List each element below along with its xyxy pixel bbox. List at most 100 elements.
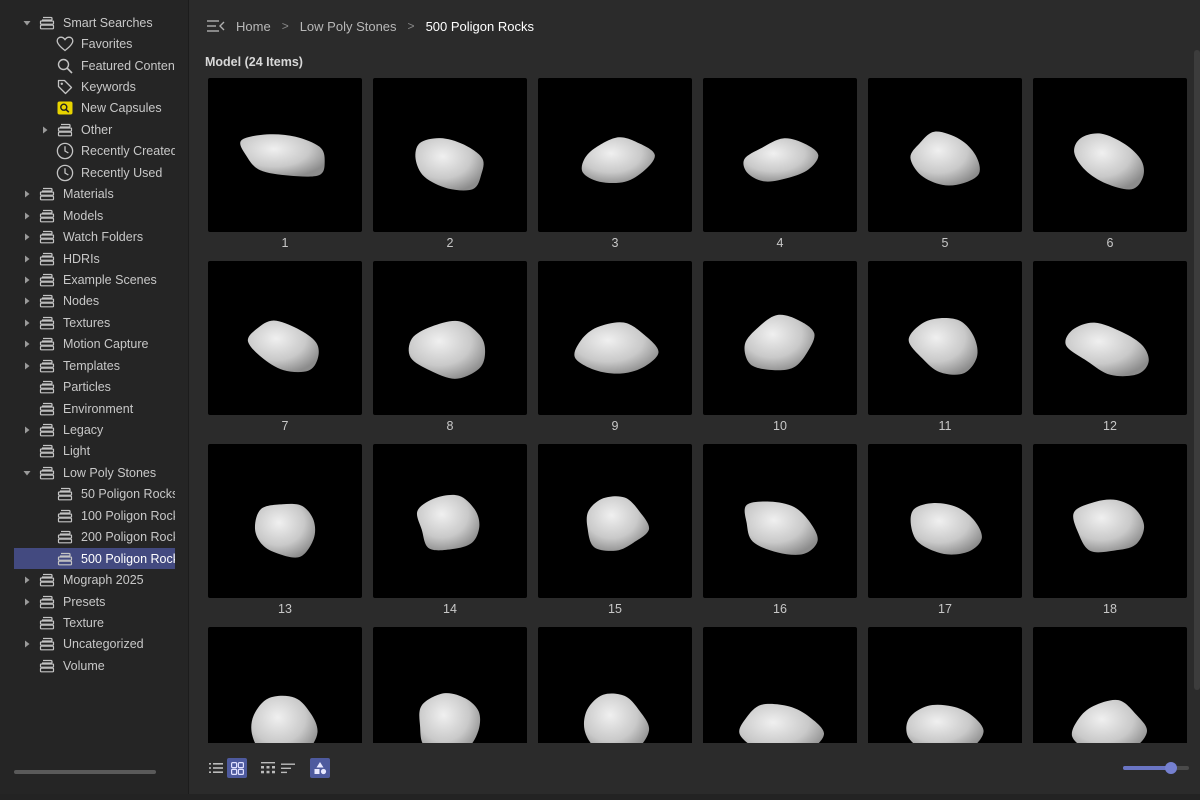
sidebar-item-motion-capture[interactable]: Motion Capture	[14, 334, 175, 355]
asset-thumbnail[interactable]	[868, 78, 1022, 232]
chevron-down-icon[interactable]	[22, 18, 32, 28]
sidebar-item-low-poly-stones[interactable]: Low Poly Stones	[14, 462, 175, 483]
asset-thumbnail[interactable]	[868, 627, 1022, 743]
asset-thumbnail[interactable]	[538, 261, 692, 415]
filter-grid-button[interactable]	[258, 758, 278, 778]
sidebar-item-keywords[interactable]: Keywords	[14, 76, 175, 97]
grid-view-button[interactable]	[227, 758, 247, 778]
asset-tile[interactable]: 19	[208, 627, 362, 743]
shapes-filter-button[interactable]	[310, 758, 330, 778]
asset-tile[interactable]: 21	[538, 627, 692, 743]
asset-thumbnail[interactable]	[703, 627, 857, 743]
asset-tile[interactable]: 23	[868, 627, 1022, 743]
asset-thumbnail[interactable]	[868, 444, 1022, 598]
asset-tile[interactable]: 20	[373, 627, 527, 743]
chevron-right-icon[interactable]	[22, 275, 32, 285]
chevron-right-icon[interactable]	[22, 575, 32, 585]
asset-tile[interactable]: 13	[208, 444, 362, 618]
thumbnail-zoom-slider[interactable]	[1123, 762, 1189, 774]
sidebar-item-light[interactable]: Light	[14, 441, 175, 462]
asset-tile[interactable]: 22	[703, 627, 857, 743]
sidebar-toggle-icon[interactable]	[206, 18, 226, 34]
asset-thumbnail[interactable]	[208, 444, 362, 598]
chevron-right-icon[interactable]	[22, 597, 32, 607]
chevron-down-icon[interactable]	[22, 468, 32, 478]
sidebar-item-particles[interactable]: Particles	[14, 376, 175, 397]
chevron-right-icon[interactable]	[40, 125, 50, 135]
asset-tile[interactable]: 14	[373, 444, 527, 618]
asset-thumbnail[interactable]	[703, 78, 857, 232]
asset-thumbnail[interactable]	[208, 78, 362, 232]
sidebar-item-500-poligon-rocks[interactable]: 500 Poligon Rocks	[14, 547, 175, 570]
list-view-button[interactable]	[206, 758, 226, 778]
asset-thumbnail[interactable]	[373, 78, 527, 232]
chevron-right-icon[interactable]	[22, 296, 32, 306]
asset-tile[interactable]: 4	[703, 78, 857, 252]
sidebar-item-environment[interactable]: Environment	[14, 398, 175, 419]
asset-thumbnail[interactable]	[538, 444, 692, 598]
chevron-right-icon[interactable]	[22, 339, 32, 349]
sidebar-item-other[interactable]: Other	[14, 119, 175, 140]
asset-tile[interactable]: 16	[703, 444, 857, 618]
sidebar-item-textures[interactable]: Textures	[14, 312, 175, 333]
asset-tile[interactable]: 2	[373, 78, 527, 252]
asset-tile[interactable]: 15	[538, 444, 692, 618]
asset-tile[interactable]: 1	[208, 78, 362, 252]
sidebar-item-texture[interactable]: Texture	[14, 612, 175, 633]
asset-thumbnail[interactable]	[1033, 261, 1187, 415]
sidebar-item-example-scenes[interactable]: Example Scenes	[14, 269, 175, 290]
chevron-right-icon[interactable]	[22, 318, 32, 328]
asset-thumbnail[interactable]	[538, 78, 692, 232]
sidebar-horizontal-scrollbar[interactable]	[14, 770, 156, 774]
chevron-right-icon[interactable]	[22, 189, 32, 199]
asset-tile[interactable]: 10	[703, 261, 857, 435]
sidebar-item-hdris[interactable]: HDRIs	[14, 248, 175, 269]
chevron-right-icon[interactable]	[22, 361, 32, 371]
chevron-right-icon[interactable]	[22, 211, 32, 221]
asset-tile[interactable]: 24	[1033, 627, 1187, 743]
asset-tile[interactable]: 18	[1033, 444, 1187, 618]
asset-thumbnail[interactable]	[208, 261, 362, 415]
asset-tile[interactable]: 8	[373, 261, 527, 435]
grid-vertical-scrollbar[interactable]	[1194, 50, 1200, 690]
asset-thumbnail[interactable]	[373, 627, 527, 743]
sidebar-item-recently-created[interactable]: Recently Created	[14, 141, 175, 162]
breadcrumb-home[interactable]: Home	[236, 19, 271, 34]
zoom-slider-handle[interactable]	[1165, 762, 1178, 774]
breadcrumb-low-poly-stones[interactable]: Low Poly Stones	[300, 19, 397, 34]
asset-thumbnail[interactable]	[538, 627, 692, 743]
asset-tile[interactable]: 17	[868, 444, 1022, 618]
sidebar-item-100-poligon-rocks[interactable]: 100 Poligon Rocks	[14, 505, 175, 526]
sidebar-item-50-poligon-rocks[interactable]: 50 Poligon Rocks	[14, 484, 175, 505]
asset-thumbnail[interactable]	[868, 261, 1022, 415]
sidebar-item-mograph-2025[interactable]: Mograph 2025	[14, 569, 175, 590]
sidebar-item-new-capsules[interactable]: New Capsules	[14, 98, 175, 119]
sidebar-item-legacy[interactable]: Legacy	[14, 419, 175, 440]
asset-thumbnail[interactable]	[1033, 78, 1187, 232]
chevron-right-icon[interactable]	[22, 232, 32, 242]
sidebar-item-nodes[interactable]: Nodes	[14, 291, 175, 312]
asset-tile[interactable]: 9	[538, 261, 692, 435]
sidebar-item-watch-folders[interactable]: Watch Folders	[14, 226, 175, 247]
asset-tile[interactable]: 5	[868, 78, 1022, 252]
sidebar-item-volume[interactable]: Volume	[14, 655, 175, 676]
asset-thumbnail[interactable]	[208, 627, 362, 743]
sidebar-item-presets[interactable]: Presets	[14, 591, 175, 612]
asset-thumbnail[interactable]	[373, 261, 527, 415]
sidebar-item-models[interactable]: Models	[14, 205, 175, 226]
sidebar-item-200-poligon-rocks[interactable]: 200 Poligon Rocks	[14, 527, 175, 548]
asset-thumbnail[interactable]	[1033, 444, 1187, 598]
sidebar-item-recently-used[interactable]: Recently Used	[14, 162, 175, 183]
chevron-right-icon[interactable]	[22, 639, 32, 649]
asset-tile[interactable]: 11	[868, 261, 1022, 435]
asset-tile[interactable]: 3	[538, 78, 692, 252]
sidebar-item-materials[interactable]: Materials	[14, 184, 175, 205]
sidebar-item-templates[interactable]: Templates	[14, 355, 175, 376]
chevron-right-icon[interactable]	[22, 425, 32, 435]
sort-button[interactable]	[278, 758, 298, 778]
sidebar-item-featured-content[interactable]: Featured Content	[14, 55, 175, 76]
asset-thumbnail[interactable]	[1033, 627, 1187, 743]
chevron-right-icon[interactable]	[22, 254, 32, 264]
sidebar-item-favorites[interactable]: Favorites	[14, 33, 175, 54]
asset-tile[interactable]: 12	[1033, 261, 1187, 435]
